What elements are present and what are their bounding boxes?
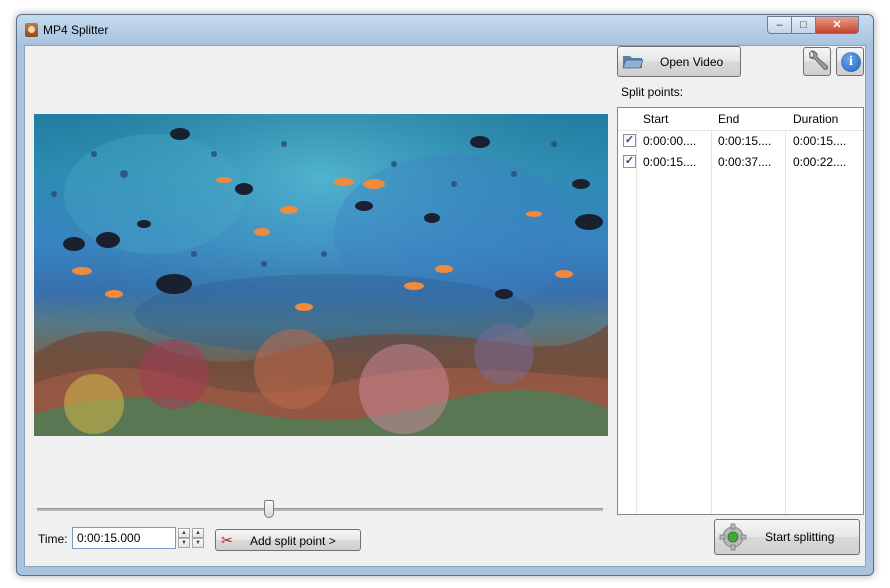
duration-cell: 0:00:15.... [793, 134, 847, 148]
main-panel: Time: ▲ ▼ ▲ ▼ ✂ Add split point > Open V… [24, 45, 866, 567]
end-cell: 0:00:37.... [718, 155, 772, 169]
table-row[interactable]: ✓ 0:00:15.... 0:00:37.... 0:00:22.... [618, 151, 863, 172]
minimize-button[interactable]: – [767, 16, 792, 34]
settings-button[interactable] [803, 47, 831, 76]
seek-slider-track[interactable] [37, 508, 603, 511]
open-video-button[interactable]: Open Video [617, 46, 741, 77]
close-button[interactable]: ✕ [815, 16, 859, 34]
maximize-button[interactable]: □ [791, 16, 816, 34]
column-header-duration[interactable]: Duration [793, 112, 838, 126]
video-frame-image [34, 114, 608, 436]
about-button[interactable]: i [836, 47, 864, 76]
open-video-label: Open Video [660, 55, 724, 69]
table-header: Start End Duration [618, 108, 863, 131]
add-split-point-label: Add split point > [250, 534, 336, 548]
seconds-up-button[interactable]: ▲ [192, 528, 204, 538]
split-points-table[interactable]: Start End Duration ✓ 0:00:00.... 0:00:15… [617, 107, 864, 515]
folder-open-icon [622, 56, 644, 69]
hour-down-button[interactable]: ▼ [178, 538, 190, 548]
column-header-end[interactable]: End [718, 112, 739, 126]
duration-cell: 0:00:22.... [793, 155, 847, 169]
wrench-icon [809, 50, 828, 70]
app-icon [25, 23, 38, 37]
row-checkbox[interactable]: ✓ [623, 155, 636, 168]
app-window: MP4 Splitter – □ ✕ Time: 0:00:15.000 ▲ ▼… [16, 14, 874, 576]
table-row[interactable]: ✓ 0:00:00.... 0:00:15.... 0:00:15.... [618, 130, 863, 151]
add-split-point-button[interactable]: ✂ Add split point > [215, 529, 361, 551]
time-input[interactable] [72, 527, 176, 549]
seconds-down-button[interactable]: ▼ [192, 538, 204, 548]
title-bar[interactable]: MP4 Splitter – □ ✕ [17, 15, 873, 45]
window-title: MP4 Splitter [43, 23, 109, 37]
start-splitting-button[interactable]: Start splitting [714, 519, 860, 555]
end-cell: 0:00:15.... [718, 134, 772, 148]
hour-up-button[interactable]: ▲ [178, 528, 190, 538]
time-label: Time: [38, 532, 68, 546]
split-points-label: Split points: [621, 85, 684, 99]
seek-slider-thumb[interactable] [264, 500, 275, 518]
gear-icon [719, 523, 747, 551]
start-splitting-label: Start splitting [765, 530, 835, 544]
column-header-start[interactable]: Start [643, 112, 668, 126]
row-checkbox[interactable]: ✓ [623, 134, 636, 147]
start-cell: 0:00:15.... [643, 155, 697, 169]
start-cell: 0:00:00.... [643, 134, 697, 148]
video-preview[interactable] [34, 114, 608, 436]
info-icon: i [841, 52, 861, 72]
scissors-icon: ✂ [221, 532, 233, 548]
